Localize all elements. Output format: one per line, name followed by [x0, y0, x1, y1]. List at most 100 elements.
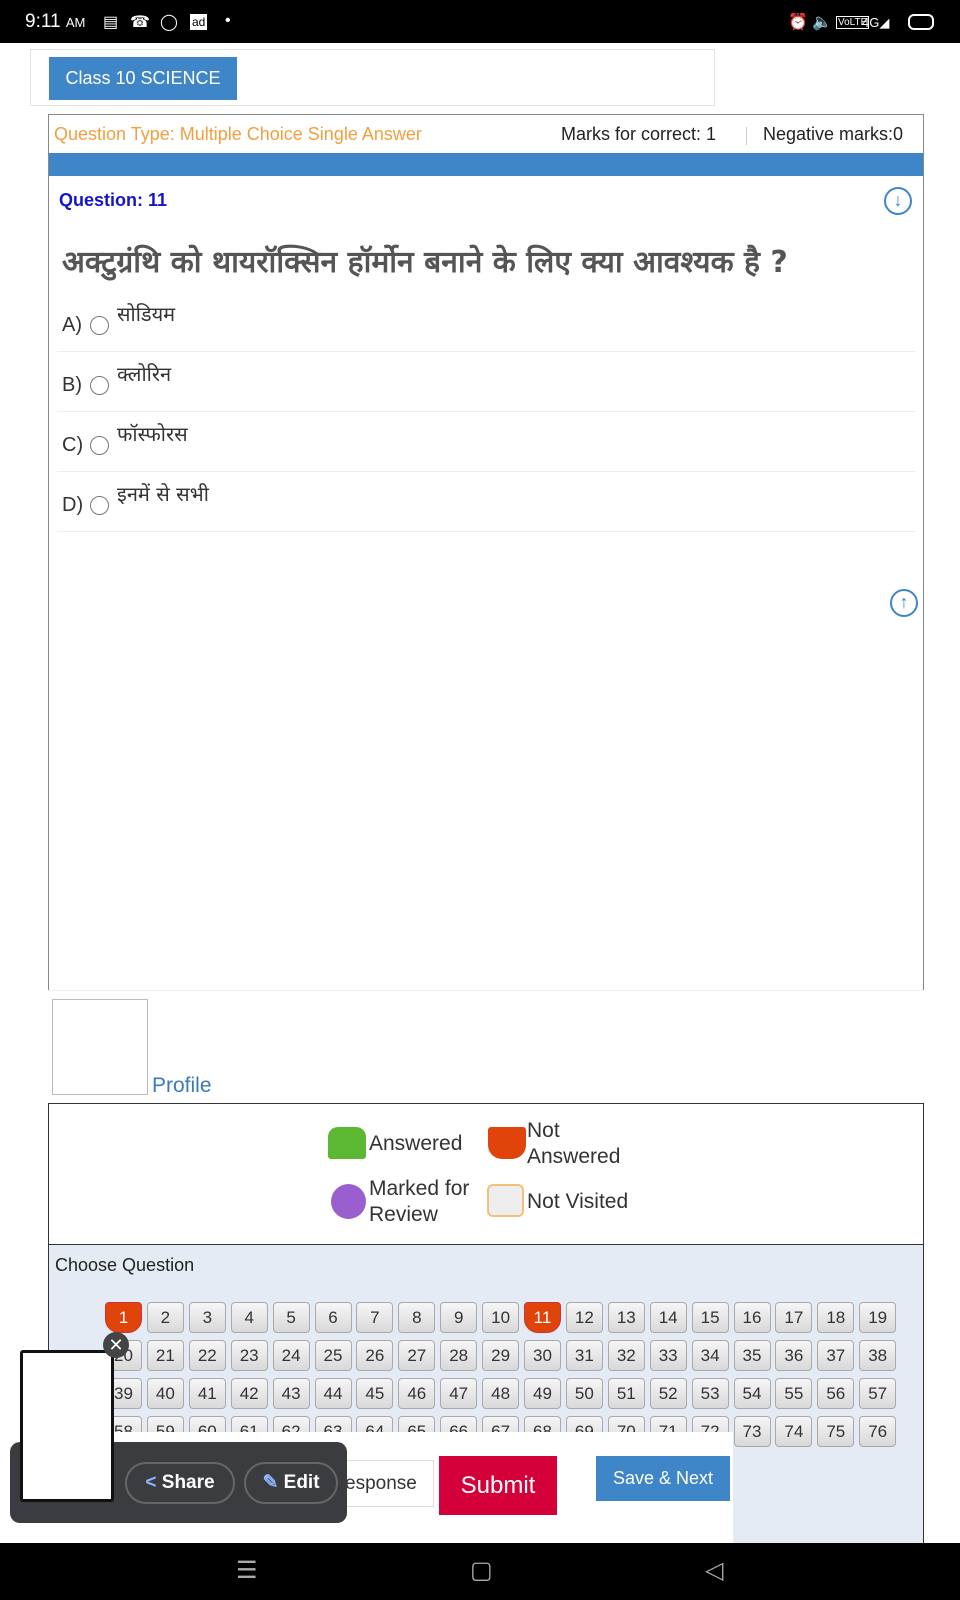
time: 9:11 — [25, 11, 61, 32]
question-button-17[interactable]: 17 — [775, 1302, 813, 1333]
question-button-24[interactable]: 24 — [272, 1340, 310, 1371]
option-text: क्लोरिन — [117, 362, 172, 386]
negative-marks: Negative marks:0 — [763, 124, 904, 144]
question-button-53[interactable]: 53 — [691, 1378, 729, 1409]
question-button-51[interactable]: 51 — [607, 1378, 645, 1409]
question-button-19[interactable]: 19 — [859, 1302, 897, 1333]
question-button-22[interactable]: 22 — [188, 1340, 226, 1371]
question-button-45[interactable]: 45 — [356, 1378, 394, 1409]
close-icon[interactable]: ✕ — [103, 1332, 129, 1358]
screenshot-thumbnail[interactable] — [20, 1350, 114, 1502]
question-button-6[interactable]: 6 — [314, 1302, 352, 1333]
question-button-56[interactable]: 56 — [817, 1378, 855, 1409]
question-button-46[interactable]: 46 — [398, 1378, 436, 1409]
question-button-7[interactable]: 7 — [356, 1302, 394, 1333]
option-c[interactable]: C) फॉस्फोरस — [57, 412, 915, 472]
option-d[interactable]: D) इनमें से सभी — [57, 472, 915, 532]
scroll-up-icon[interactable]: ↑ — [890, 589, 918, 617]
back-icon[interactable]: ◁ — [705, 1556, 723, 1585]
option-letter: B) — [62, 374, 82, 396]
legend-answered: Answered — [369, 1132, 463, 1155]
question-button-35[interactable]: 35 — [733, 1340, 771, 1371]
question-button-30[interactable]: 30 — [524, 1340, 561, 1371]
profile-link[interactable]: Profile — [152, 1074, 212, 1098]
question-button-34[interactable]: 34 — [691, 1340, 729, 1371]
ad-icon: ad — [190, 14, 208, 30]
radio-button[interactable] — [90, 496, 109, 515]
edit-button[interactable]: ✎ Edit — [244, 1462, 338, 1504]
question-button-21[interactable]: 21 — [146, 1340, 184, 1371]
question-button-15[interactable]: 15 — [691, 1302, 729, 1333]
question-button-41[interactable]: 41 — [188, 1378, 226, 1409]
question-button-40[interactable]: 40 — [146, 1378, 184, 1409]
status-bar: 9:11 AM ▤ ☎ ◯ ad • ⏰ 🔈 VoLTE 4G◢ — [0, 0, 960, 43]
question-button-5[interactable]: 5 — [272, 1302, 310, 1333]
class-button[interactable]: Class 10 SCIENCE — [49, 57, 237, 100]
question-button-9[interactable]: 9 — [440, 1302, 478, 1333]
option-b[interactable]: B) क्लोरिन — [57, 352, 915, 412]
radio-button[interactable] — [90, 316, 109, 335]
divider — [746, 127, 747, 145]
question-button-27[interactable]: 27 — [398, 1340, 436, 1371]
question-button-13[interactable]: 13 — [607, 1302, 645, 1333]
question-button-73[interactable]: 73 — [733, 1416, 771, 1447]
question-button-57[interactable]: 57 — [859, 1378, 897, 1409]
question-button-32[interactable]: 32 — [607, 1340, 645, 1371]
radio-button[interactable] — [90, 436, 109, 455]
question-button-47[interactable]: 47 — [440, 1378, 478, 1409]
home-icon[interactable]: ▢ — [470, 1556, 493, 1585]
option-a[interactable]: A) सोडियम — [57, 292, 915, 352]
question-button-37[interactable]: 37 — [817, 1340, 855, 1371]
question-button-23[interactable]: 23 — [230, 1340, 268, 1371]
question-button-75[interactable]: 75 — [817, 1416, 855, 1447]
question-button-29[interactable]: 29 — [482, 1340, 520, 1371]
share-button[interactable]: < Share — [125, 1462, 235, 1504]
question-button-48[interactable]: 48 — [482, 1378, 520, 1409]
alarm-icon: ⏰ — [788, 14, 808, 31]
radio-button[interactable] — [90, 376, 109, 395]
menu-icon[interactable]: ☰ — [236, 1556, 258, 1585]
question-button-54[interactable]: 54 — [733, 1378, 771, 1409]
question-button-18[interactable]: 18 — [817, 1302, 855, 1333]
question-button-10[interactable]: 10 — [482, 1302, 520, 1333]
save-next-button[interactable]: Save & Next — [596, 1456, 730, 1501]
question-button-38[interactable]: 38 — [859, 1340, 897, 1371]
question-button-26[interactable]: 26 — [356, 1340, 394, 1371]
option-letter: A) — [62, 314, 82, 336]
question-button-52[interactable]: 52 — [649, 1378, 687, 1409]
question-button-42[interactable]: 42 — [230, 1378, 268, 1409]
question-button-49[interactable]: 49 — [524, 1378, 561, 1409]
question-button-74[interactable]: 74 — [775, 1416, 813, 1447]
question-button-36[interactable]: 36 — [775, 1340, 813, 1371]
question-button-11[interactable]: 11 — [524, 1302, 561, 1333]
question-number: Question: 11 — [59, 190, 168, 210]
question-button-14[interactable]: 14 — [649, 1302, 687, 1333]
question-button-3[interactable]: 3 — [188, 1302, 226, 1333]
scroll-down-icon[interactable]: ↓ — [884, 187, 912, 215]
missed-call-icon: ☎ — [130, 14, 150, 31]
question-button-44[interactable]: 44 — [314, 1378, 352, 1409]
question-button-76[interactable]: 76 — [859, 1416, 897, 1447]
submit-button[interactable]: Submit — [439, 1456, 557, 1515]
whatsapp-icon: ◯ — [160, 14, 178, 31]
question-button-1[interactable]: 1 — [105, 1302, 142, 1333]
question-button-28[interactable]: 28 — [440, 1340, 478, 1371]
question-button-43[interactable]: 43 — [272, 1378, 310, 1409]
question-button-16[interactable]: 16 — [733, 1302, 771, 1333]
marked-review-icon — [331, 1184, 366, 1219]
marks-correct: Marks for correct: 1 — [561, 124, 717, 144]
question-button-33[interactable]: 33 — [649, 1340, 687, 1371]
option-text: इनमें से सभी — [117, 482, 209, 506]
question-type: Question Type: Multiple Choice Single An… — [54, 124, 422, 144]
question-button-12[interactable]: 12 — [565, 1302, 603, 1333]
question-button-25[interactable]: 25 — [314, 1340, 352, 1371]
question-button-8[interactable]: 8 — [398, 1302, 436, 1333]
question-button-50[interactable]: 50 — [565, 1378, 603, 1409]
legend-text: Not — [527, 1119, 560, 1142]
question-button-55[interactable]: 55 — [775, 1378, 813, 1409]
question-button-4[interactable]: 4 — [230, 1302, 268, 1333]
not-answered-icon — [488, 1127, 526, 1159]
answered-icon — [328, 1127, 366, 1159]
question-button-2[interactable]: 2 — [146, 1302, 184, 1333]
question-button-31[interactable]: 31 — [565, 1340, 603, 1371]
